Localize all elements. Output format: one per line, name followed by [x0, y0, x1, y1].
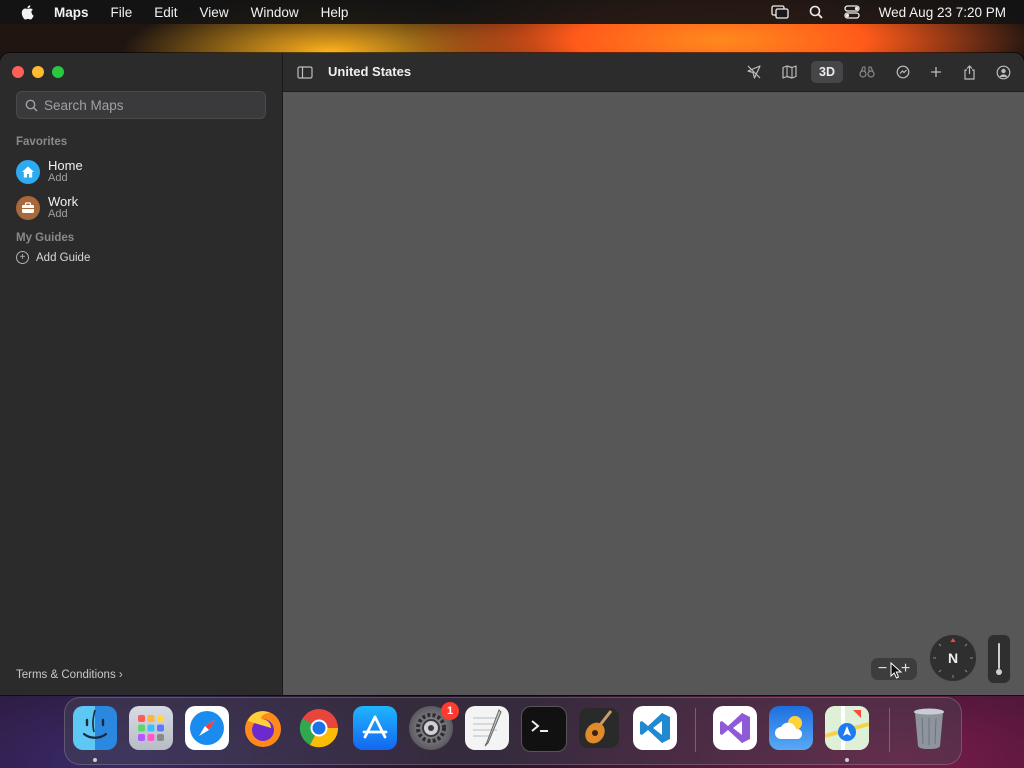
- minimize-button[interactable]: [32, 66, 44, 78]
- dock-garageband[interactable]: [577, 706, 621, 750]
- dock-separator: [695, 708, 696, 752]
- my-guides-heading: My Guides: [16, 232, 75, 244]
- favorites-heading: Favorites: [16, 136, 68, 148]
- window-title: United States: [328, 64, 412, 79]
- map-mode-icon[interactable]: [780, 64, 798, 80]
- search-icon: [25, 99, 38, 112]
- pitch-knob[interactable]: [996, 669, 1002, 675]
- compass[interactable]: N: [929, 634, 977, 682]
- menu-window[interactable]: Window: [251, 5, 299, 20]
- menu-view[interactable]: View: [200, 5, 229, 20]
- dock-maps[interactable]: [825, 706, 869, 750]
- close-button[interactable]: [12, 66, 24, 78]
- app-store-icon: [362, 715, 388, 739]
- menu-help[interactable]: Help: [321, 5, 349, 20]
- pitch-track: [998, 643, 1000, 669]
- finder-running-indicator: [93, 758, 97, 762]
- zoom-button[interactable]: [52, 66, 64, 78]
- zoom-out-icon[interactable]: −: [878, 660, 887, 678]
- guitar-icon: [579, 708, 619, 748]
- window-controls: [12, 66, 64, 78]
- location-arrow-icon[interactable]: [745, 64, 763, 80]
- time-icon[interactable]: [894, 64, 912, 80]
- dock-trash[interactable]: [907, 706, 951, 750]
- firefox-icon: [245, 711, 281, 747]
- account-icon[interactable]: [994, 64, 1012, 80]
- pitch-control[interactable]: [987, 634, 1011, 684]
- textedit-pen-icon: [473, 709, 502, 747]
- vscode-icon: [640, 713, 670, 743]
- visual-studio-icon: [720, 713, 750, 743]
- dock-textedit[interactable]: [465, 706, 509, 750]
- terms-label: Terms & Conditions: [16, 669, 116, 681]
- dock-weather[interactable]: [769, 706, 813, 750]
- search-field[interactable]: Search Maps: [16, 91, 266, 119]
- search-placeholder: Search Maps: [44, 97, 124, 113]
- house-icon: [16, 160, 40, 184]
- dock-vscode[interactable]: [633, 706, 677, 750]
- terms-link[interactable]: Terms & Conditions ›: [16, 669, 123, 681]
- dock-separator-trash: [889, 708, 890, 752]
- terminal-prompt-icon: [531, 720, 548, 732]
- settings-badge: 1: [441, 702, 459, 720]
- favorite-home-title: Home: [48, 158, 83, 173]
- menu-file[interactable]: File: [111, 5, 133, 20]
- compass-label: N: [947, 650, 959, 666]
- toolbar: United States 3D: [283, 53, 1024, 92]
- add-guide-button[interactable]: + Add Guide: [16, 251, 90, 264]
- zoom-in-icon[interactable]: +: [901, 660, 910, 678]
- maps-icon: [825, 706, 869, 750]
- sidebar: Search Maps Favorites Home Add Work Add …: [0, 53, 283, 695]
- dock-finder[interactable]: [73, 706, 117, 750]
- cloud-sun-icon: [775, 716, 803, 739]
- add-guide-label: Add Guide: [36, 251, 91, 264]
- menu-bar-clock[interactable]: Wed Aug 23 7:20 PM: [879, 5, 1006, 20]
- menu-bar: Maps File Edit View Window Help Wed Aug …: [0, 0, 1024, 24]
- binoculars-icon[interactable]: [858, 64, 876, 80]
- favorite-work-sub: Add: [48, 208, 68, 220]
- dock-launchpad[interactable]: [129, 706, 173, 750]
- dock: 1: [64, 697, 962, 765]
- menu-edit[interactable]: Edit: [154, 5, 177, 20]
- favorite-home-sub: Add: [48, 172, 68, 184]
- dock-chrome[interactable]: [297, 706, 341, 750]
- launchpad-grid-icon: [138, 715, 164, 741]
- favorite-work-title: Work: [48, 194, 79, 209]
- dock-firefox[interactable]: [241, 706, 285, 750]
- chevron-right-icon: ›: [118, 669, 123, 681]
- maps-window: Search Maps Favorites Home Add Work Add …: [0, 53, 1024, 695]
- control-center-icon[interactable]: [843, 5, 861, 19]
- apple-menu-icon[interactable]: [20, 4, 34, 20]
- finder-icon: [82, 709, 108, 739]
- share-icon[interactable]: [960, 64, 978, 80]
- maps-running-indicator: [845, 758, 849, 762]
- add-icon[interactable]: [927, 64, 945, 80]
- menu-app-maps[interactable]: Maps: [54, 5, 89, 20]
- map-canvas[interactable]: − + N: [283, 92, 1024, 695]
- chrome-icon: [299, 709, 339, 748]
- favorite-home[interactable]: Home Add: [16, 159, 83, 185]
- 3d-button[interactable]: 3D: [811, 61, 843, 83]
- screen-mirroring-icon[interactable]: [771, 5, 789, 19]
- spotlight-search-icon[interactable]: [807, 5, 825, 19]
- trash-icon: [914, 708, 944, 749]
- dock-app-store[interactable]: [353, 706, 397, 750]
- mouse-cursor-icon: [890, 661, 903, 684]
- safari-compass-icon: [190, 711, 224, 745]
- dock-safari[interactable]: [185, 706, 229, 750]
- favorite-work[interactable]: Work Add: [16, 195, 78, 221]
- plus-circle-icon: +: [16, 251, 29, 264]
- briefcase-icon: [16, 196, 40, 220]
- dock-terminal[interactable]: [521, 706, 567, 752]
- sidebar-toggle-icon[interactable]: [296, 64, 314, 80]
- dock-visual-studio[interactable]: [713, 706, 757, 750]
